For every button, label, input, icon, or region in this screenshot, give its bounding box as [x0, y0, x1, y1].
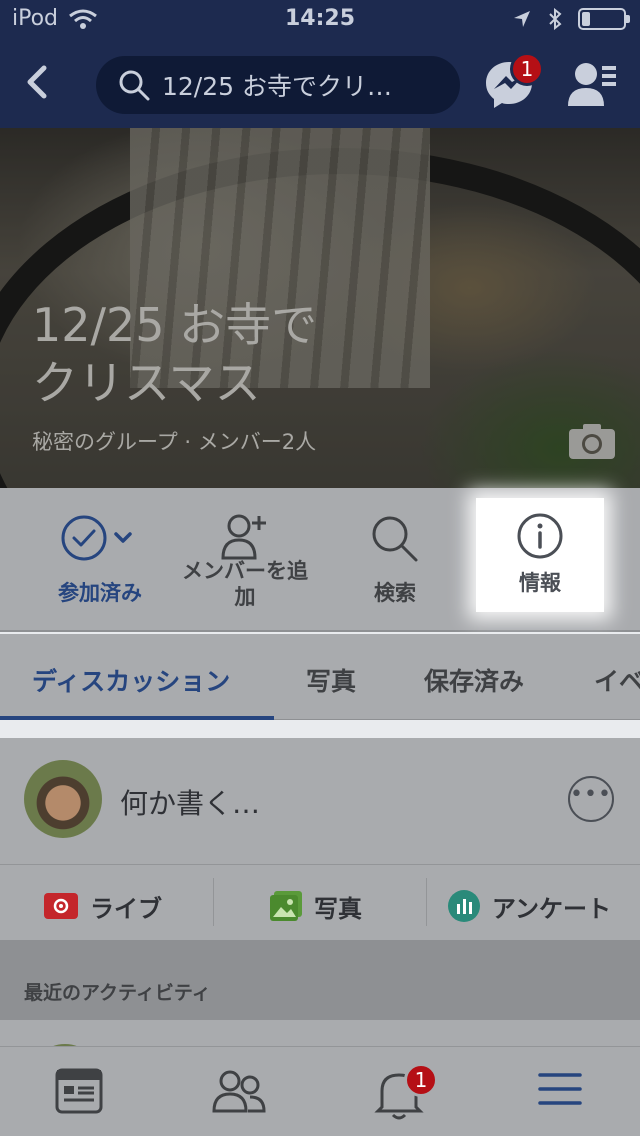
friends-list-button[interactable] [566, 58, 618, 114]
tab-events[interactable]: イベ [594, 662, 640, 698]
chevron-left-icon [27, 65, 47, 99]
photo-icon [270, 891, 302, 921]
search-label: 検索 [374, 581, 416, 605]
notification-badge: 1 [404, 1063, 438, 1097]
location-arrow-icon [514, 11, 530, 27]
add-member-label: メンバーを追加 [182, 559, 308, 609]
battery-fill [582, 12, 590, 26]
info-icon [517, 513, 563, 559]
live-label: ライブ [90, 894, 162, 923]
tab-photos[interactable]: 写真 [306, 662, 356, 698]
recent-activity-label: 最近のアクティビティ [24, 982, 211, 1004]
bottom-tab-bar: 1 [0, 1046, 640, 1136]
camera-icon [569, 424, 615, 459]
compose-input[interactable]: 何か書く… [120, 782, 260, 822]
avatar [24, 760, 102, 838]
group-tabs: ディスカッション 写真 保存済み イベ [0, 634, 640, 720]
joined-button[interactable]: 参加済み [40, 488, 160, 632]
divider [213, 878, 214, 926]
poll-icon [448, 890, 480, 922]
group-search-button[interactable]: 検索 [340, 488, 450, 632]
more-dots-icon: ••• [570, 782, 612, 807]
status-right [512, 8, 630, 30]
info-button[interactable]: 情報 [476, 498, 604, 612]
add-member-button[interactable]: メンバーを追加 [170, 488, 320, 632]
recent-activity-header: 最近のアクティビティ [0, 940, 640, 1020]
tab-saved[interactable]: 保存済み [424, 662, 524, 698]
menu-tab[interactable] [536, 1067, 596, 1123]
group-actions-row: 参加済み メンバーを追加 検索 情報 [0, 488, 640, 632]
divider [0, 864, 640, 865]
back-button[interactable] [22, 62, 62, 106]
more-options-button[interactable]: ••• [568, 776, 614, 822]
group-meta: 秘密のグループ · メンバー2人 [32, 430, 317, 454]
search-text: 12/25 お寺でクリ… [162, 72, 392, 101]
news-feed-tab[interactable] [54, 1067, 114, 1123]
change-cover-button[interactable] [568, 422, 616, 460]
live-video-icon [44, 893, 78, 919]
battery-icon [578, 8, 630, 30]
photo-button[interactable]: 写真 [270, 886, 362, 926]
joined-label: 参加済み [58, 581, 142, 605]
add-person-icon [221, 514, 266, 560]
groups-tab[interactable] [212, 1067, 272, 1123]
post-composer: 何か書く… ••• ライブ 写真 アンケート [0, 738, 640, 940]
search-icon [372, 516, 418, 562]
status-bar: iPod 14:25 [0, 0, 640, 40]
info-label: 情報 [519, 571, 561, 595]
groups-icon [212, 1070, 266, 1113]
poll-button[interactable]: アンケート [448, 886, 611, 926]
nav-bar: 12/25 お寺でクリ… 1 [0, 40, 640, 128]
news-feed-icon [55, 1068, 103, 1114]
messenger-badge: 1 [510, 52, 544, 86]
notifications-tab[interactable]: 1 [374, 1063, 438, 1123]
search-bar[interactable]: 12/25 お寺でクリ… [96, 56, 460, 114]
photo-label: 写真 [314, 894, 362, 923]
profile-list-icon [568, 63, 616, 106]
active-tab-indicator [0, 716, 274, 720]
hamburger-menu-icon [538, 1073, 582, 1105]
check-circle-icon [61, 515, 132, 561]
tab-discussion[interactable]: ディスカッション [32, 662, 230, 698]
messenger-button[interactable]: 1 [482, 52, 544, 114]
divider [426, 878, 427, 926]
search-icon [119, 70, 150, 101]
poll-label: アンケート [492, 894, 612, 923]
live-button[interactable]: ライブ [44, 886, 162, 926]
group-title: 12/25 お寺で クリスマス [32, 298, 318, 410]
bluetooth-icon [549, 8, 562, 30]
group-cover-photo: 12/25 お寺で クリスマス 秘密のグループ · メンバー2人 [0, 128, 640, 488]
